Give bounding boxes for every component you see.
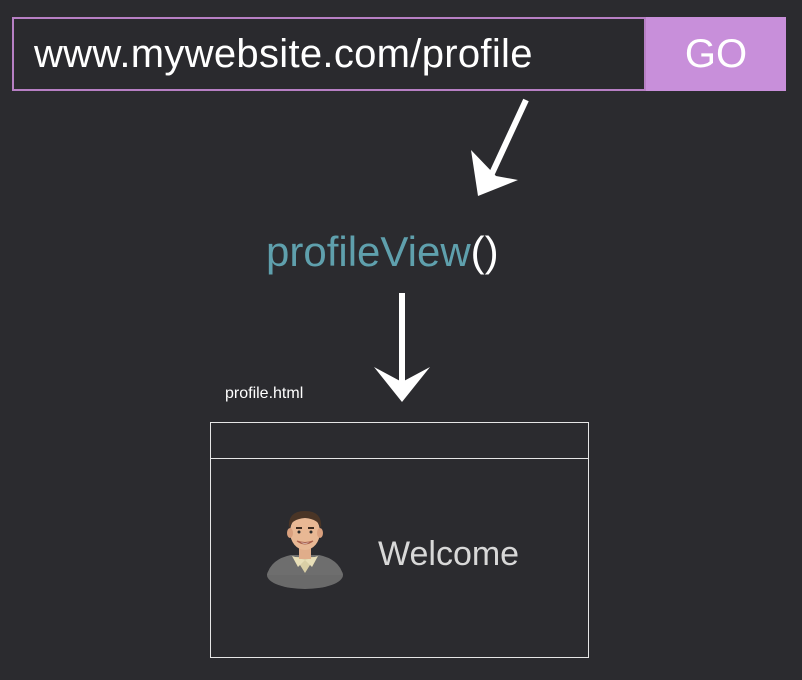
arrow-down-left-icon	[471, 98, 529, 196]
template-file-label: profile.html	[225, 385, 304, 402]
welcome-text: Welcome	[378, 535, 520, 573]
page-header-bar	[211, 423, 588, 459]
view-function-call: profileView()	[266, 228, 499, 276]
function-name: profileView	[266, 228, 471, 275]
rendered-page-frame: Welcome	[210, 422, 589, 658]
user-avatar-icon	[267, 511, 343, 589]
arrow-down-icon	[374, 293, 430, 402]
function-parens: ()	[470, 228, 499, 275]
